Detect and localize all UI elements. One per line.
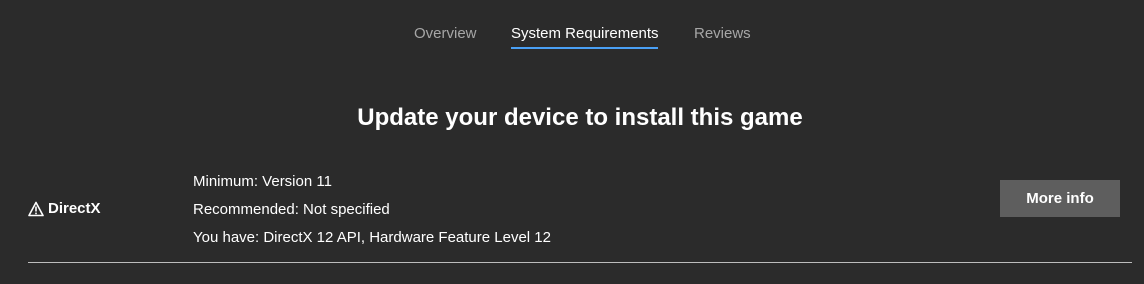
requirement-name-label: DirectX: [48, 200, 101, 217]
tab-system-requirements[interactable]: System Requirements: [511, 24, 659, 44]
tab-bar: Overview System Requirements Reviews: [0, 0, 1144, 60]
warning-icon: [28, 201, 44, 217]
requirement-you-have: You have: DirectX 12 API, Hardware Featu…: [193, 229, 551, 246]
page-heading: Update your device to install this game: [357, 104, 803, 131]
tab-reviews[interactable]: Reviews: [694, 24, 751, 44]
requirement-row-directx: DirectX Minimum: Version 11 Recommended:…: [28, 160, 1132, 262]
tab-overview[interactable]: Overview: [414, 24, 477, 44]
row-divider: [28, 262, 1132, 263]
active-tab-indicator: [511, 47, 658, 49]
requirement-recommended: Recommended: Not specified: [193, 201, 390, 218]
more-info-button[interactable]: More info: [1000, 180, 1120, 217]
requirement-details: Minimum: Version 11 Recommended: Not spe…: [193, 168, 551, 252]
requirement-minimum: Minimum: Version 11: [193, 173, 332, 190]
requirement-name: DirectX: [28, 200, 101, 217]
